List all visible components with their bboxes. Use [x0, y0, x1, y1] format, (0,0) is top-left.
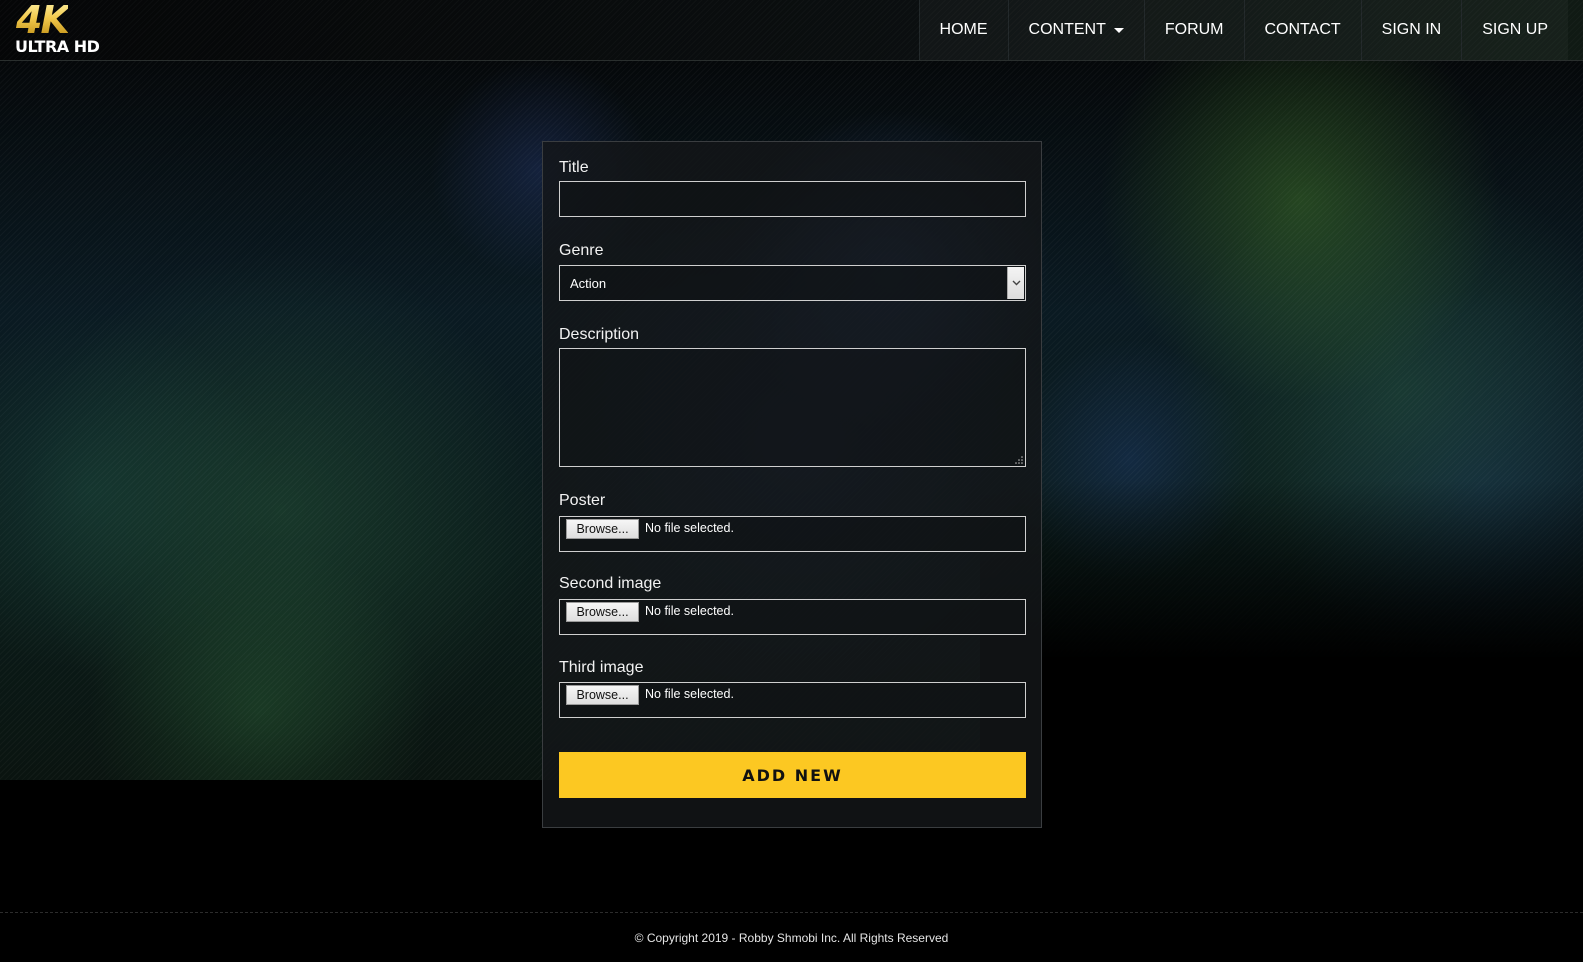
- nav-sign-up[interactable]: SIGN UP: [1461, 0, 1568, 60]
- poster-label: Poster: [559, 492, 606, 509]
- poster-file-input: Browse... No file selected.: [559, 516, 1026, 552]
- footer-copyright: © Copyright 2019 - Robby Shmobi Inc. All…: [634, 931, 949, 945]
- hero-shadow: [980, 480, 1583, 780]
- title-label: Title: [559, 159, 589, 176]
- nav-contact-label: CONTACT: [1264, 21, 1341, 38]
- third-image-file-input: Browse... No file selected.: [559, 682, 1026, 718]
- caret-down-icon: [1113, 27, 1124, 33]
- description-textarea[interactable]: [559, 348, 1026, 467]
- second-image-file-status: No file selected.: [645, 604, 734, 618]
- add-content-form: Title Genre Action Description Poster Br…: [542, 141, 1042, 828]
- poster-browse-button[interactable]: Browse...: [566, 519, 639, 539]
- second-image-label: Second image: [559, 575, 662, 592]
- resize-grip-icon[interactable]: [1015, 456, 1023, 464]
- genre-label: Genre: [559, 242, 604, 259]
- genre-select[interactable]: Action: [559, 265, 1026, 301]
- nav-home[interactable]: HOME: [918, 0, 1008, 60]
- genre-selected-value: Action: [570, 276, 607, 291]
- site-header: 4K ULTRA HD HOME CONTENT FORUM CONTACT S…: [0, 0, 1583, 61]
- third-image-browse-button[interactable]: Browse...: [566, 685, 639, 705]
- description-label: Description: [559, 326, 640, 343]
- chevron-down-icon[interactable]: [1007, 267, 1024, 299]
- nav-forum-label: FORUM: [1164, 21, 1224, 38]
- nav-contact[interactable]: CONTACT: [1243, 0, 1361, 60]
- second-image-file-input: Browse... No file selected.: [559, 599, 1026, 635]
- nav-content[interactable]: CONTENT: [1007, 0, 1144, 60]
- nav-home-label: HOME: [939, 21, 988, 38]
- logo-main-text: 4K: [16, 0, 70, 42]
- add-new-button[interactable]: ADD NEW: [559, 752, 1026, 798]
- third-image-file-status: No file selected.: [645, 687, 734, 701]
- footer-divider: [0, 912, 1583, 913]
- nav-sign-in-label: SIGN IN: [1381, 21, 1442, 38]
- poster-file-status: No file selected.: [645, 521, 734, 535]
- title-input[interactable]: [559, 181, 1026, 217]
- site-logo[interactable]: 4K ULTRA HD: [14, 0, 114, 58]
- nav-forum[interactable]: FORUM: [1143, 0, 1244, 60]
- nav-sign-up-label: SIGN UP: [1482, 21, 1548, 38]
- second-image-browse-button[interactable]: Browse...: [566, 602, 639, 622]
- nav-sign-in[interactable]: SIGN IN: [1360, 0, 1462, 60]
- main-nav: HOME CONTENT FORUM CONTACT SIGN IN SIGN …: [918, 0, 1568, 60]
- nav-content-label: CONTENT: [1028, 21, 1106, 38]
- third-image-label: Third image: [559, 659, 644, 676]
- logo-sub-text: ULTRA HD: [15, 37, 100, 56]
